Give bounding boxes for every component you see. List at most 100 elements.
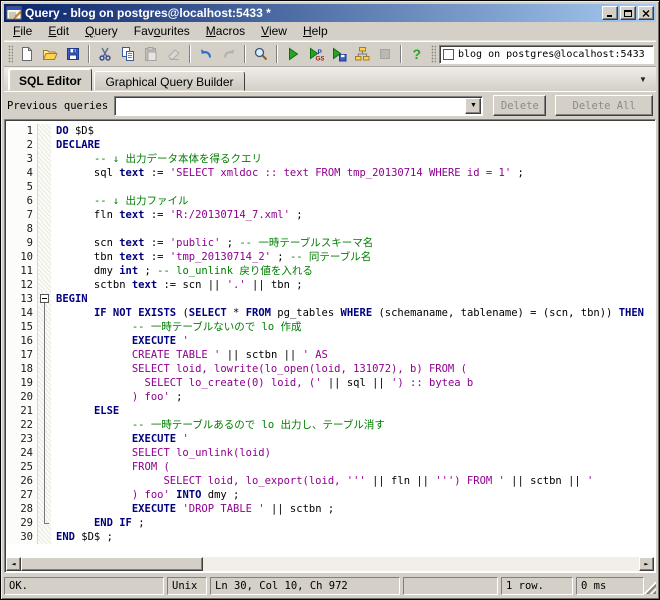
menu-help[interactable]: Help	[295, 22, 336, 40]
scrollbar-thumb[interactable]	[21, 557, 203, 571]
code-line[interactable]: END $D$ ;	[51, 530, 113, 544]
code-line[interactable]: FROM (	[51, 460, 170, 474]
line-number: 14	[6, 306, 38, 320]
status-panel-3	[403, 576, 498, 595]
open-folder-icon	[42, 46, 58, 62]
svg-text:GS: GS	[316, 56, 325, 63]
tab-strip: SQL Editor Graphical Query Builder ▼	[4, 67, 656, 92]
menu-favourites[interactable]: Favourites	[126, 22, 198, 40]
code-line[interactable]: sctbn text := scn || '.' || tbn ;	[51, 278, 303, 292]
line-number: 26	[6, 474, 38, 488]
line-number: 16	[6, 334, 38, 348]
redo-icon	[221, 46, 237, 62]
code-line[interactable]: -- ↓ 出力ファイル	[51, 194, 189, 208]
line-number: 4	[6, 166, 38, 180]
code-line[interactable]: EXECUTE '	[51, 334, 189, 348]
close-button[interactable]	[638, 6, 654, 20]
scroll-right-arrow-icon[interactable]: ►	[639, 557, 654, 571]
find-button[interactable]	[250, 43, 272, 65]
tab-sql-editor[interactable]: SQL Editor	[8, 68, 93, 91]
title-bar[interactable]: Query - blog on postgres@localhost:5433 …	[4, 4, 656, 22]
help-button[interactable]: ?	[406, 43, 428, 65]
line-number: 22	[6, 418, 38, 432]
fold-collapse-icon[interactable]	[40, 294, 49, 303]
code-line[interactable]: END IF ;	[51, 516, 145, 530]
code-line[interactable]: SELECT lo_unlink(loid)	[51, 446, 271, 460]
code-row: 15 -- 一時テーブルないので lo 作成	[6, 320, 654, 334]
stop-icon	[377, 46, 393, 62]
execute-query-button[interactable]	[282, 43, 304, 65]
code-line[interactable]: CREATE TABLE ' || sctbn || ' AS	[51, 348, 328, 362]
code-line[interactable]: -- ↓ 出力データ本体を得るクエリ	[51, 152, 262, 166]
code-line[interactable]: dmy int ; -- lo_unlink 戻り値を入れる	[51, 264, 313, 278]
line-number: 11	[6, 264, 38, 278]
cut-button[interactable]	[94, 43, 116, 65]
app-icon	[6, 5, 22, 21]
toolbar-grip[interactable]	[431, 45, 436, 63]
code-line[interactable]: DO $D$	[51, 124, 94, 138]
previous-queries-combo[interactable]: ▼	[114, 95, 484, 116]
line-number: 12	[6, 278, 38, 292]
code-line[interactable]: sql text := 'SELECT xmldoc :: text FROM …	[51, 166, 524, 180]
new-file-icon	[19, 46, 35, 62]
scrollbar-track[interactable]	[203, 557, 639, 571]
status-bar: OK. Unix Ln 30, Col 10, Ch 972 1 row. 0 ms	[4, 575, 656, 596]
code-line[interactable]	[51, 180, 56, 194]
status-panel-1: Unix	[167, 576, 207, 595]
new-query-button[interactable]	[16, 43, 38, 65]
code-line[interactable]: tbn text := 'tmp_20130714_2' ; -- 同テーブル名	[51, 250, 371, 264]
execute-to-file-button[interactable]	[328, 43, 350, 65]
copy-button[interactable]	[117, 43, 139, 65]
code-line[interactable]: BEGIN	[51, 292, 88, 306]
connection-combo[interactable]: blog on postgres@localhost:5433	[439, 44, 654, 64]
execute-pgscript-button[interactable]: P GS	[305, 43, 327, 65]
code-line[interactable]: -- 一時テーブルあるので lo 出力し、テーブル消す	[51, 418, 385, 432]
code-line[interactable]: fln text := 'R:/20130714_7.xml' ;	[51, 208, 303, 222]
delete-all-button[interactable]: Delete All	[555, 95, 653, 116]
code-line[interactable]: DECLARE	[51, 138, 100, 152]
previous-queries-dropdown-arrow[interactable]: ▼	[465, 97, 482, 114]
code-line[interactable]	[51, 222, 56, 236]
code-line[interactable]: SELECT lo_create(0) loid, (' || sql || '…	[51, 376, 474, 390]
resize-grip[interactable]	[643, 581, 656, 594]
connection-checkbox[interactable]	[443, 48, 454, 60]
fold-margin	[38, 138, 51, 152]
menu-file[interactable]: File	[5, 22, 40, 40]
code-line[interactable]: ELSE	[51, 404, 119, 418]
explain-query-button[interactable]	[351, 43, 373, 65]
delete-button[interactable]: Delete	[493, 95, 547, 116]
save-file-button[interactable]	[62, 43, 84, 65]
menu-query[interactable]: Query	[77, 22, 126, 40]
menu-view[interactable]: View	[253, 22, 295, 40]
minimize-button[interactable]	[602, 6, 618, 20]
code-row: 18 SELECT loid, lowrite(lo_open(loid, 13…	[6, 362, 654, 376]
menu-macros[interactable]: Macros	[198, 22, 253, 40]
code-line[interactable]: EXECUTE '	[51, 432, 189, 446]
fold-margin	[38, 446, 51, 460]
tab-graphical-query-builder[interactable]: Graphical Query Builder	[94, 71, 245, 91]
code-line[interactable]: -- 一時テーブルないので lo 作成	[51, 320, 302, 334]
code-line[interactable]: SELECT loid, lo_export(loid, ''' || fln …	[51, 474, 593, 488]
open-file-button[interactable]	[39, 43, 61, 65]
code-line[interactable]: EXECUTE 'DROP TABLE ' || sctbn ;	[51, 502, 334, 516]
scroll-left-arrow-icon[interactable]: ◄	[6, 557, 21, 571]
code-line[interactable]: ) foo' INTO dmy ;	[51, 488, 240, 502]
code-row: 7 fln text := 'R:/20130714_7.xml' ;	[6, 208, 654, 222]
menu-edit[interactable]: Edit	[40, 22, 77, 40]
undo-button[interactable]	[195, 43, 217, 65]
code-line[interactable]: scn text := 'public' ; -- 一時テーブルスキーマ名	[51, 236, 373, 250]
code-area[interactable]: 1 DO $D$ 2 DECLARE 3 -- ↓ 出力データ本体を得るクエリ 4 sql…	[6, 121, 654, 557]
code-line[interactable]: SELECT loid, lowrite(lo_open(loid, 13107…	[51, 362, 467, 376]
status-panel-5: 0 ms	[576, 576, 644, 595]
sql-editor[interactable]: 1 DO $D$ 2 DECLARE 3 -- ↓ 出力データ本体を得るクエリ 4 sql…	[4, 119, 656, 573]
search-icon	[253, 46, 269, 62]
toolbar-grip[interactable]	[8, 45, 13, 63]
maximize-button[interactable]	[620, 6, 636, 20]
code-line[interactable]: ) foo' ;	[51, 390, 183, 404]
fold-margin	[38, 180, 51, 194]
horizontal-scrollbar[interactable]: ◄ ►	[6, 557, 654, 571]
code-line[interactable]: IF NOT EXISTS (SELECT * FROM pg_tables W…	[51, 306, 644, 320]
code-row: 12 sctbn text := scn || '.' || tbn ;	[6, 278, 654, 292]
tab-list-dropdown-button[interactable]: ▼	[635, 72, 651, 87]
line-number: 5	[6, 180, 38, 194]
